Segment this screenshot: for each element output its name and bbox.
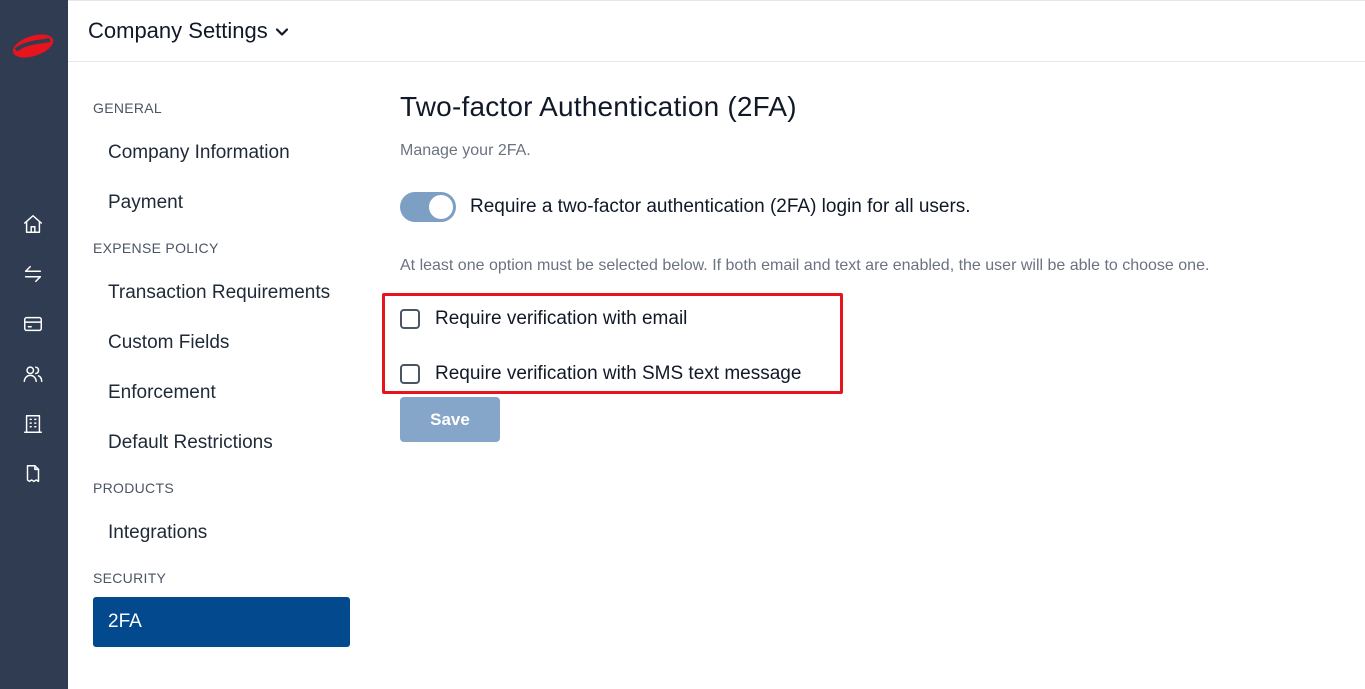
sidebar-item-enforcement[interactable]: Enforcement [93, 368, 350, 418]
transfer-arrows-icon[interactable] [20, 261, 46, 287]
card-icon[interactable] [20, 311, 46, 337]
sidebar-item-transaction-requirements[interactable]: Transaction Requirements [93, 268, 350, 318]
receipt-icon[interactable] [20, 461, 46, 487]
chevron-down-icon [275, 28, 288, 36]
email-verification-checkbox[interactable] [400, 309, 420, 329]
building-icon[interactable] [20, 411, 46, 437]
section-title-security: SECURITY [93, 570, 167, 586]
section-title-general: GENERAL [93, 100, 163, 116]
sidebar-item-2fa[interactable]: 2FA [93, 597, 350, 647]
company-switcher[interactable]: Company Settings [88, 18, 290, 44]
sms-verification-option[interactable]: Require verification with SMS text messa… [400, 363, 801, 385]
users-icon[interactable] [20, 361, 46, 387]
email-verification-option[interactable]: Require verification with email [400, 308, 687, 330]
save-button[interactable]: Save [400, 397, 500, 442]
sidebar-item-default-restrictions[interactable]: Default Restrictions [93, 418, 350, 468]
sidebar-item-custom-fields[interactable]: Custom Fields [93, 318, 350, 368]
sms-verification-label: Require verification with SMS text messa… [435, 363, 802, 384]
require-2fa-toggle[interactable] [400, 192, 456, 222]
email-verification-label: Require verification with email [435, 308, 688, 329]
require-2fa-label: Require a two-factor authentication (2FA… [470, 196, 971, 217]
sidebar-item-company-information[interactable]: Company Information [93, 128, 350, 178]
toggle-knob [429, 195, 453, 219]
home-icon[interactable] [20, 211, 46, 237]
sidebar-item-payment[interactable]: Payment [93, 178, 350, 228]
app-rail [0, 0, 68, 689]
page-subtitle: Manage your 2FA. [400, 142, 531, 159]
main-content: Two-factor Authentication (2FA) Manage y… [382, 62, 1365, 689]
company-switcher-label: Company Settings [88, 18, 268, 43]
options-hint: At least one option must be selected bel… [400, 257, 1210, 274]
require-2fa-row: Require a two-factor authentication (2FA… [400, 192, 971, 222]
section-title-expense-policy: EXPENSE POLICY [93, 240, 219, 256]
sms-verification-checkbox[interactable] [400, 364, 420, 384]
top-header: Company Settings [68, 0, 1365, 62]
brand-logo-icon[interactable] [10, 30, 56, 62]
section-title-products: PRODUCTS [93, 480, 174, 496]
sidebar-item-integrations[interactable]: Integrations [93, 508, 350, 558]
page-title: Two-factor Authentication (2FA) [400, 91, 797, 122]
